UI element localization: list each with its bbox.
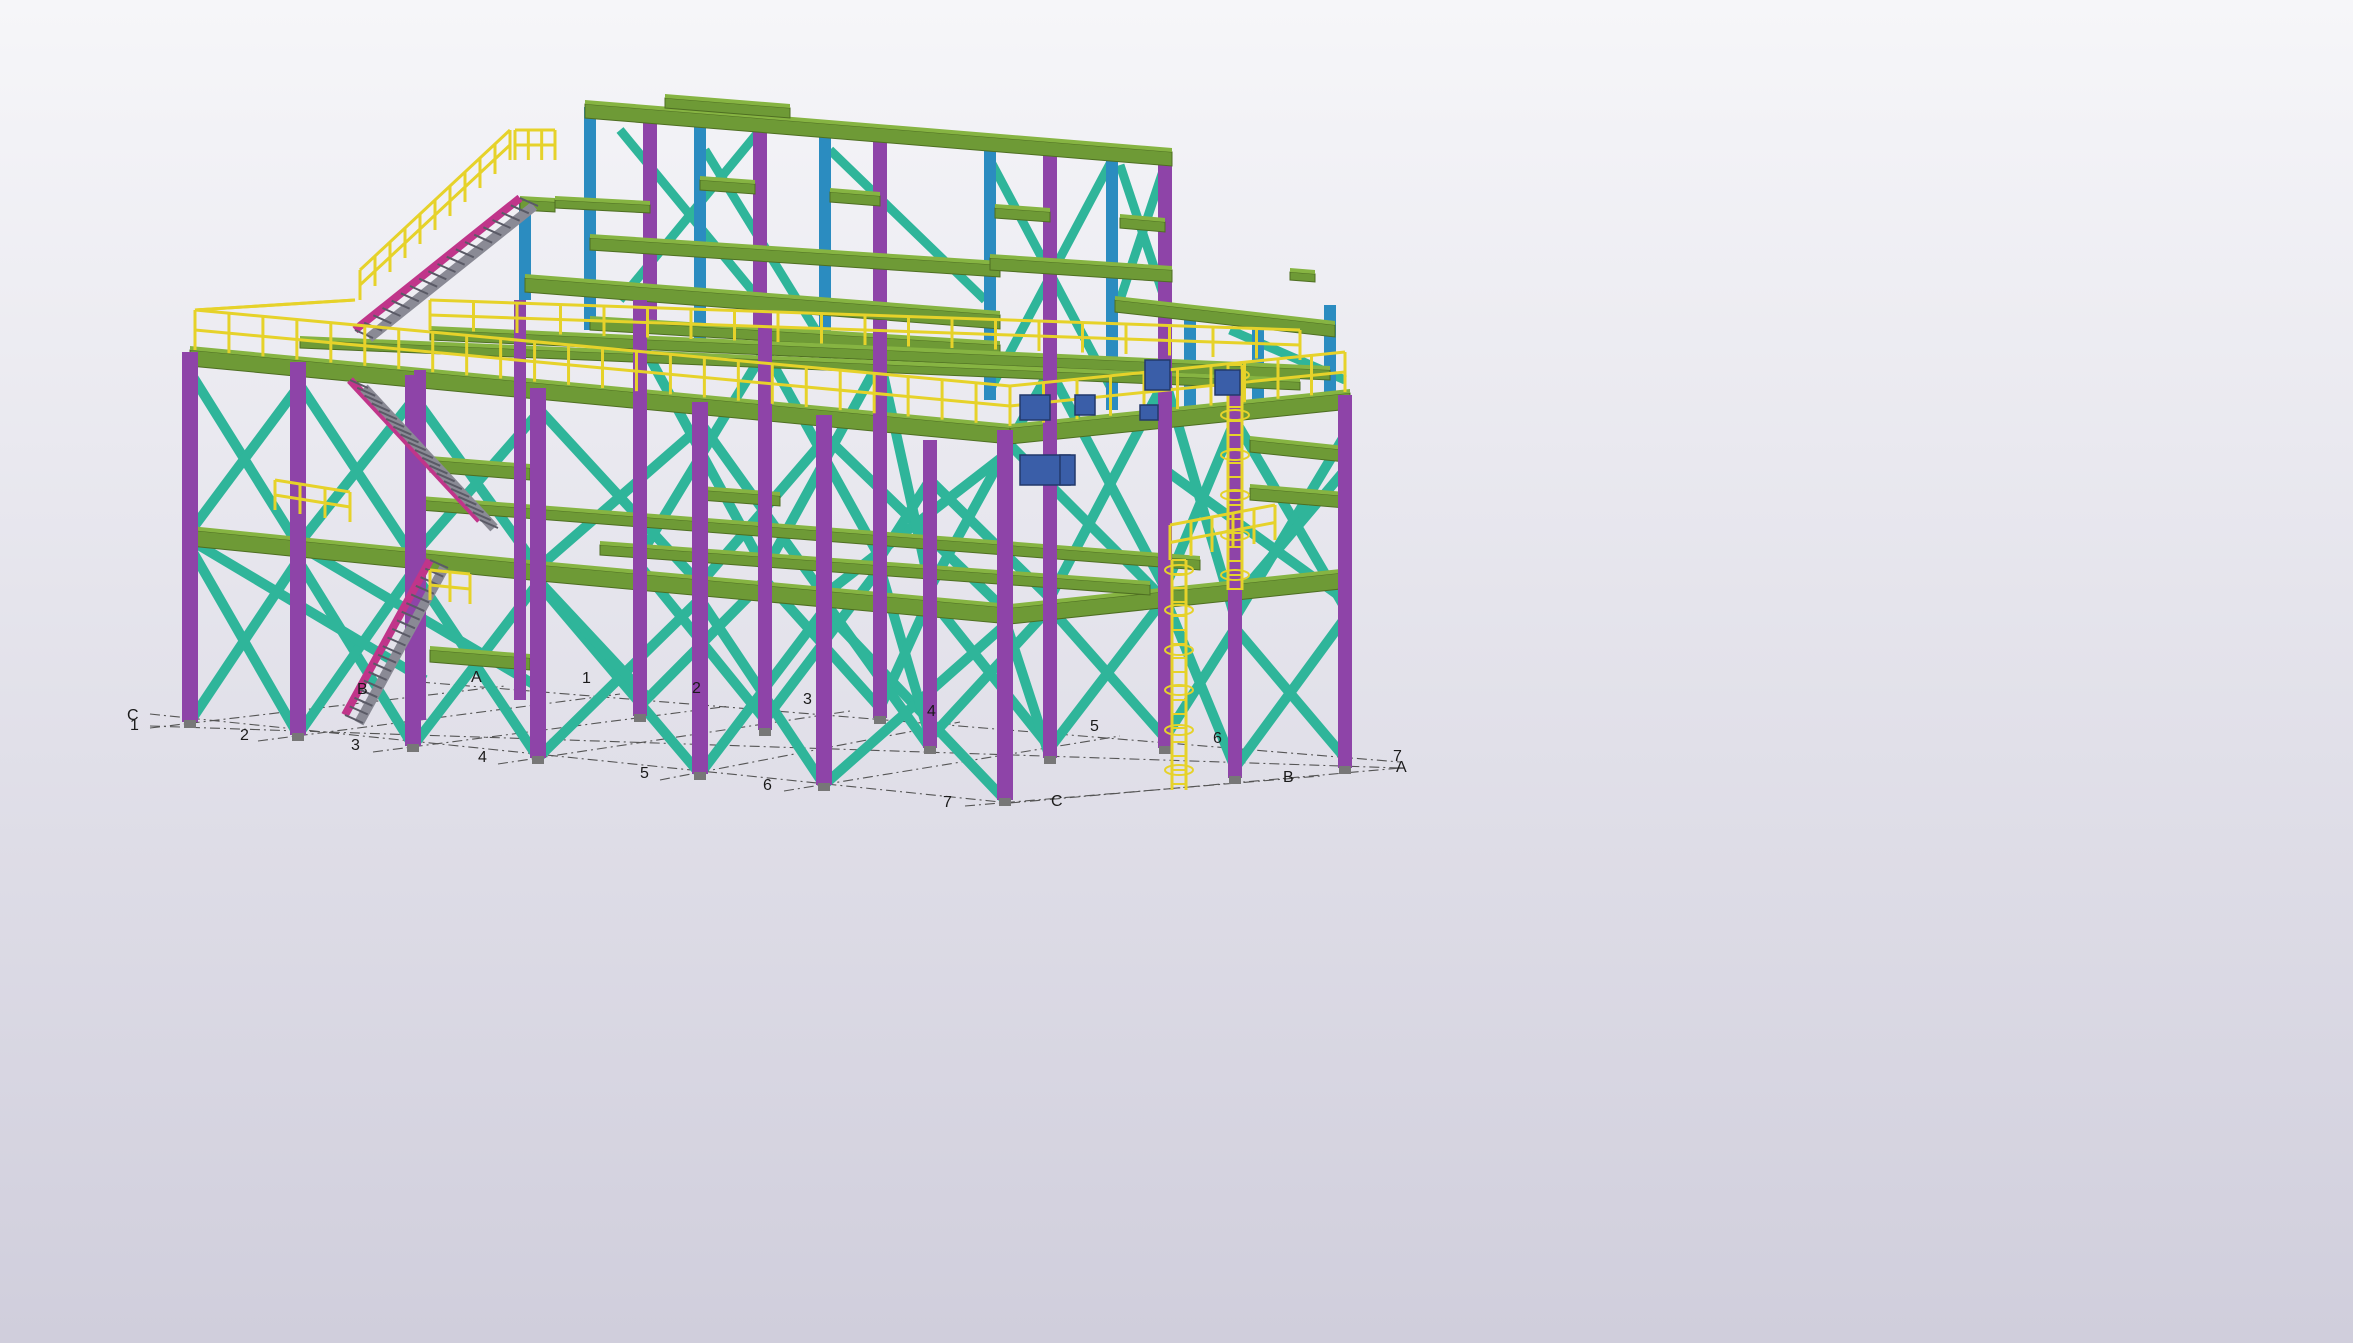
grid-label-front-2: 2 [240, 727, 249, 744]
column-base [292, 733, 304, 741]
column-base [1229, 776, 1241, 784]
column-base [1339, 766, 1351, 774]
grid-label-back-4: 4 [927, 703, 936, 720]
3d-model-viewport[interactable]: 12345671234567CBAABC [0, 0, 2353, 1343]
column-base [999, 798, 1011, 806]
grid-label-front-7: 7 [943, 794, 952, 811]
equipment-block [1139, 404, 1159, 421]
grid-label-back-6: 6 [1213, 730, 1222, 747]
grid-label-front-3: 3 [351, 737, 360, 754]
equipment-block [1019, 394, 1051, 421]
column-base [818, 783, 830, 791]
column-base [407, 744, 419, 752]
grid-label-left-B: B [357, 681, 368, 698]
grid-label-back-3: 3 [803, 691, 812, 708]
grid-label-back-5: 5 [1090, 718, 1099, 735]
grid-label-right-A: A [1396, 759, 1407, 776]
grid-label-back-2: 2 [692, 680, 701, 697]
column-base [759, 728, 771, 736]
column-base [1159, 746, 1171, 754]
grid-label-left-C: C [127, 707, 139, 724]
equipment-block [1074, 394, 1096, 416]
steel-structure-model: 12345671234567CBAABC [0, 0, 2353, 1343]
column-base [924, 746, 936, 754]
grid-label-front-4: 4 [478, 749, 487, 766]
grid-label-right-C: C [1051, 793, 1063, 810]
equipment-block [1214, 369, 1241, 396]
column-base [184, 720, 196, 728]
grid-label-front-6: 6 [763, 777, 772, 794]
column-base [532, 756, 544, 764]
equipment-block [1059, 454, 1076, 486]
column-base [694, 772, 706, 780]
column-base [874, 716, 886, 724]
grid-label-front-5: 5 [640, 765, 649, 782]
equipment-block [1144, 359, 1171, 391]
grid-label-right-B: B [1283, 769, 1294, 786]
grid-label-left-A: A [471, 669, 482, 686]
column-base [634, 714, 646, 722]
column-base [1044, 756, 1056, 764]
grid-label-back-1: 1 [582, 670, 591, 687]
